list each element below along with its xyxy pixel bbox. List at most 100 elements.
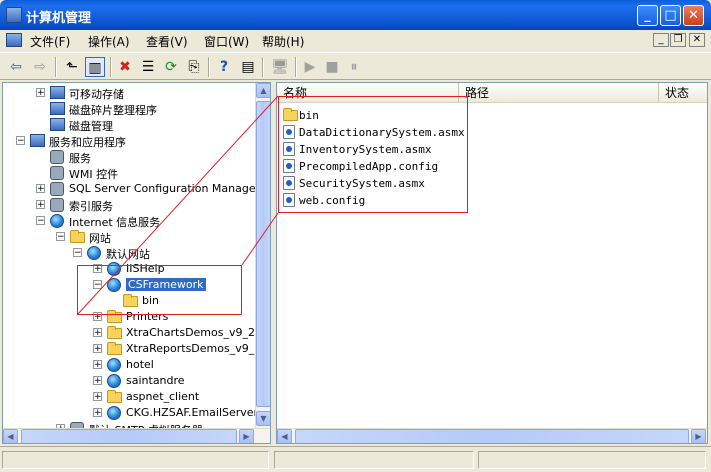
scroll-right-arrow-icon[interactable]: ▶ — [239, 429, 254, 443]
maximize-button[interactable]: □ — [660, 5, 681, 26]
tree-item[interactable]: − 默认网站 — [3, 245, 255, 261]
iis-icon — [50, 214, 64, 228]
mdi-minimize-button[interactable]: _ — [653, 33, 669, 47]
collapse-icon[interactable]: − — [36, 216, 45, 226]
expand-icon[interactable]: + — [36, 184, 45, 194]
stop-icon[interactable]: ■ — [322, 57, 342, 77]
minimize-button[interactable]: _ — [637, 5, 658, 26]
list-horizontal-scrollbar[interactable]: ◀ ▶ — [277, 428, 707, 443]
status-cell-middle — [274, 451, 474, 469]
tree-item-label: 服务和应用程序 — [49, 136, 126, 149]
pause-icon[interactable]: ⏸ — [344, 57, 364, 77]
tree-item[interactable]: + SQL Server Configuration Manage — [3, 181, 256, 197]
tree-item-label: 磁盘碎片整理程序 — [69, 104, 157, 117]
toolbar-separator — [55, 57, 57, 77]
annotation-box-tree — [77, 265, 242, 315]
collapse-icon[interactable]: − — [16, 136, 25, 146]
tree-item[interactable]: + 索引服务 — [3, 197, 255, 213]
scrollbar-thumb[interactable] — [21, 429, 237, 443]
menu-help[interactable]: 帮助(H) — [262, 33, 304, 50]
menu-file[interactable]: 文件(F) — [30, 33, 70, 50]
tree-item-label: 网站 — [89, 232, 111, 245]
toolbar: ⇦ ⇨ ⬑ ▥ ✖ ☰ ⟳ ⎘ ? ▤ 🖥 ▶ ■ ⏸ — [0, 52, 711, 80]
status-bar — [0, 446, 711, 472]
menu-bar: 文件(F) 操作(A) 查看(V) 窗口(W) 帮助(H) _ ❐ ✕ — [0, 30, 711, 52]
tree-item[interactable]: − 服务和应用程序 — [3, 133, 255, 149]
expand-icon[interactable]: + — [93, 408, 102, 418]
mdi-close-button[interactable]: ✕ — [689, 33, 705, 47]
menu-action[interactable]: 操作(A) — [88, 33, 130, 50]
tree-item[interactable]: + aspnet_client — [3, 389, 255, 405]
computer-icon[interactable]: 🖥 — [270, 57, 290, 77]
tree-item[interactable]: 服务 — [3, 149, 255, 165]
collapse-icon[interactable]: − — [56, 232, 65, 242]
expand-icon[interactable]: + — [93, 376, 102, 386]
delete-icon[interactable]: ✖ — [115, 57, 135, 77]
websites-folder-icon — [70, 230, 85, 243]
tree-item[interactable]: − Internet 信息服务 — [3, 213, 255, 229]
mmc-view-icon[interactable]: ▤ — [238, 57, 258, 77]
toolbar-separator — [110, 57, 112, 77]
play-icon[interactable]: ▶ — [300, 57, 320, 77]
default-website-icon — [87, 246, 101, 260]
scroll-down-arrow-icon[interactable]: ▼ — [256, 411, 270, 426]
tree-item[interactable]: + XtraChartsDemos_v9_2 — [3, 325, 255, 341]
tree-item[interactable]: WMI 控件 — [3, 165, 255, 181]
tree-item[interactable]: + saintandre — [3, 373, 255, 389]
tree-item-label: WMI 控件 — [69, 168, 119, 181]
status-cell-right — [478, 451, 706, 469]
tree-item[interactable]: + 可移动存储 — [3, 85, 255, 101]
expand-icon[interactable]: + — [93, 392, 102, 402]
scroll-up-arrow-icon[interactable]: ▲ — [256, 83, 270, 98]
up-folder-icon[interactable]: ⬑ — [62, 57, 82, 77]
tree-item[interactable]: + XtraReportsDemos_v9_2 — [3, 341, 261, 357]
scrollbar-thumb[interactable] — [295, 429, 689, 443]
indexing-service-icon — [50, 198, 64, 212]
computer-management-icon — [6, 7, 22, 23]
help-icon[interactable]: ? — [214, 57, 234, 77]
tree-item-label: Internet 信息服务 — [69, 216, 161, 229]
refresh-icon[interactable]: ⟳ — [161, 57, 181, 77]
close-button[interactable]: ✕ — [683, 5, 704, 26]
status-cell-left — [2, 451, 269, 469]
show-hide-tree-icon[interactable]: ▥ — [85, 57, 105, 77]
menu-view[interactable]: 查看(V) — [146, 33, 188, 50]
tree-item[interactable]: + hotel — [3, 357, 255, 373]
toolbar-separator — [208, 57, 210, 77]
tree-vertical-scrollbar[interactable]: ▲ ▼ — [255, 83, 270, 428]
title-bar[interactable]: 计算机管理 _ □ ✕ — [0, 0, 711, 30]
back-arrow-icon[interactable]: ⇦ — [6, 57, 26, 77]
tree-item[interactable]: 磁盘管理 — [3, 117, 255, 133]
column-header-status[interactable]: 状态 — [659, 83, 707, 103]
annotation-box-list — [278, 96, 468, 213]
tree-item-label: aspnet_client — [126, 390, 200, 403]
scroll-left-arrow-icon[interactable]: ◀ — [3, 429, 18, 443]
tree-item[interactable]: 磁盘碎片整理程序 — [3, 101, 255, 117]
tree-item[interactable]: + CKG.HZSAF.EmailServer — [3, 405, 258, 421]
console-tree[interactable]: + 可移动存储磁盘碎片整理程序 磁盘管理 − 服务和应用程序服务 WMI 控件 + SQL S… — [2, 82, 271, 444]
sql-config-icon — [50, 182, 64, 196]
expand-icon[interactable]: + — [36, 200, 45, 210]
export-list-icon[interactable]: ⎘ — [184, 57, 204, 77]
column-header-path[interactable]: 路径 — [459, 83, 659, 103]
folder-icon — [107, 342, 122, 355]
expand-icon[interactable]: + — [93, 328, 102, 338]
scrollbar-thumb[interactable] — [256, 101, 270, 407]
mdi-restore-button[interactable]: ❐ — [670, 33, 686, 47]
forward-arrow-icon[interactable]: ⇨ — [30, 57, 50, 77]
system-menu-icon[interactable] — [6, 33, 22, 47]
expand-icon[interactable]: + — [93, 360, 102, 370]
properties-icon[interactable]: ☰ — [138, 57, 158, 77]
collapse-icon[interactable]: − — [73, 248, 82, 258]
scroll-left-arrow-icon[interactable]: ◀ — [277, 429, 292, 443]
tree-item-label: 索引服务 — [69, 200, 113, 213]
menu-window[interactable]: 窗口(W) — [204, 33, 249, 50]
tree-item-label: 服务 — [69, 152, 91, 165]
disk-management-icon — [50, 118, 65, 131]
tree-item[interactable]: − 网站 — [3, 229, 255, 245]
expand-icon[interactable]: + — [93, 344, 102, 354]
scroll-right-arrow-icon[interactable]: ▶ — [691, 429, 706, 443]
tree-horizontal-scrollbar[interactable]: ◀ ▶ — [3, 428, 270, 443]
services-icon — [50, 150, 64, 164]
expand-icon[interactable]: + — [36, 88, 45, 98]
